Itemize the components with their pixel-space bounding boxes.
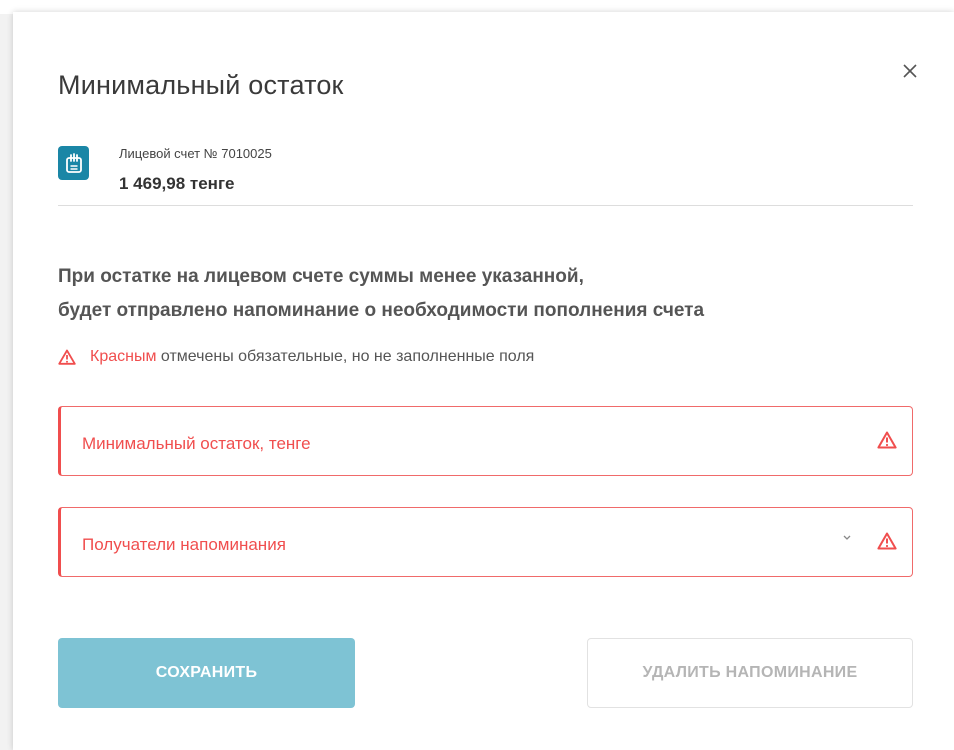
notice-text: отмечены обязательные, но не заполненные… bbox=[156, 348, 535, 365]
account-balance: 1 469,98 тенге bbox=[119, 174, 235, 193]
warning-icon bbox=[877, 532, 897, 550]
close-button[interactable] bbox=[897, 58, 923, 84]
description-line-1: При остатке на лицевом счете суммы менее… bbox=[58, 266, 584, 287]
close-icon bbox=[903, 64, 917, 78]
warning-icon bbox=[58, 349, 76, 365]
divider bbox=[58, 205, 913, 206]
recipients-select[interactable]: Получатели напоминания bbox=[58, 507, 913, 577]
notice-highlight: Красным bbox=[90, 348, 157, 365]
chevron-down-icon[interactable] bbox=[842, 533, 852, 541]
warning-icon bbox=[877, 431, 897, 449]
account-number: Лицевой счет № 7010025 bbox=[119, 146, 272, 161]
min-balance-input[interactable]: Минимальный остаток, тенге bbox=[58, 406, 913, 476]
document-hand-icon bbox=[65, 153, 82, 173]
recipients-placeholder: Получатели напоминания bbox=[82, 535, 286, 554]
dialog-title: Минимальный остаток bbox=[58, 70, 344, 100]
minimum-balance-dialog: Минимальный остаток Лицевой счет № 70100… bbox=[13, 12, 954, 750]
required-fields-notice: Красным отмечены обязательные, но не зап… bbox=[58, 348, 534, 366]
min-balance-placeholder: Минимальный остаток, тенге bbox=[82, 434, 311, 453]
account-icon bbox=[58, 146, 89, 180]
save-button[interactable]: СОХРАНИТЬ bbox=[58, 638, 355, 708]
description: При остатке на лицевом счете суммы менее… bbox=[58, 260, 898, 328]
description-line-2: будет отправлено напоминание о необходим… bbox=[58, 300, 705, 321]
delete-reminder-button[interactable]: УДАЛИТЬ НАПОМИНАНИЕ bbox=[587, 638, 913, 708]
